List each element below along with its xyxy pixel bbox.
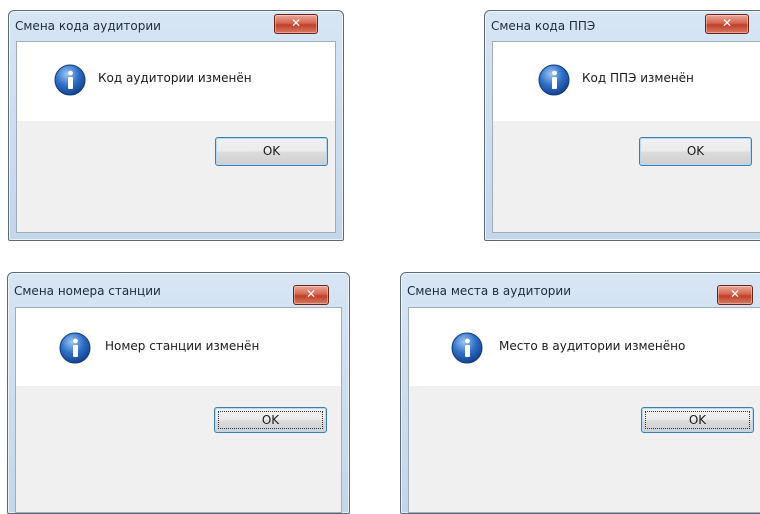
ok-button-label: OK	[261, 413, 280, 427]
button-area: OK	[493, 121, 760, 232]
info-icon	[538, 64, 570, 96]
dialog-client-area: Код ППЭ изменён OK	[492, 41, 760, 233]
ok-button-label: OK	[688, 413, 707, 427]
dialog-title: Смена кода аудитории	[15, 19, 161, 33]
close-button[interactable]: ✕	[717, 285, 753, 305]
ok-button[interactable]: OK	[641, 407, 754, 433]
message-area: Код аудитории изменён	[17, 42, 335, 121]
message-area: Код ППЭ изменён	[493, 42, 760, 121]
info-icon	[54, 64, 86, 96]
title-bar[interactable]: Смена кода ППЭ ✕	[485, 11, 760, 41]
message-text: Код ППЭ изменён	[582, 71, 694, 85]
dialog-change-station-number: Смена номера станции ✕ Номер станции изм…	[7, 272, 350, 514]
dialog-title: Смена места в аудитории	[407, 284, 572, 298]
close-button[interactable]: ✕	[293, 285, 329, 305]
ok-button-label: OK	[686, 144, 705, 158]
dialog-title: Смена номера станции	[14, 284, 161, 298]
title-bar[interactable]: Смена кода аудитории ✕	[9, 11, 343, 41]
ok-button[interactable]: OK	[215, 137, 328, 166]
button-area: OK	[409, 386, 760, 512]
dialog-change-room-code: Смена кода аудитории ✕ Код аудитории изм…	[8, 10, 344, 241]
title-bar[interactable]: Смена места в аудитории ✕	[401, 273, 760, 305]
dialog-client-area: Номер станции изменён OK	[15, 307, 342, 513]
button-area: OK	[17, 121, 335, 232]
button-area: OK	[16, 386, 341, 512]
dialog-title: Смена кода ППЭ	[491, 19, 596, 33]
ok-button[interactable]: OK	[639, 137, 752, 166]
message-text: Номер станции изменён	[105, 339, 260, 353]
message-area: Место в аудитории изменёно	[409, 308, 760, 386]
dialog-change-ppe-code: Смена кода ППЭ ✕ Код ППЭ изменён OK	[484, 10, 760, 241]
ok-button-label: OK	[262, 144, 281, 158]
message-area: Номер станции изменён	[16, 308, 341, 386]
dialog-client-area: Код аудитории изменён OK	[16, 41, 336, 233]
info-icon	[59, 332, 91, 364]
info-icon	[451, 332, 483, 364]
close-button[interactable]: ✕	[274, 14, 318, 34]
message-text: Код аудитории изменён	[98, 71, 252, 85]
ok-button[interactable]: OK	[214, 407, 327, 433]
message-text: Место в аудитории изменёно	[499, 339, 686, 353]
close-button[interactable]: ✕	[705, 14, 749, 34]
dialog-change-room-seat: Смена места в аудитории ✕ Место в аудито…	[400, 272, 760, 514]
dialog-client-area: Место в аудитории изменёно OK	[408, 307, 760, 513]
title-bar[interactable]: Смена номера станции ✕	[8, 273, 349, 305]
